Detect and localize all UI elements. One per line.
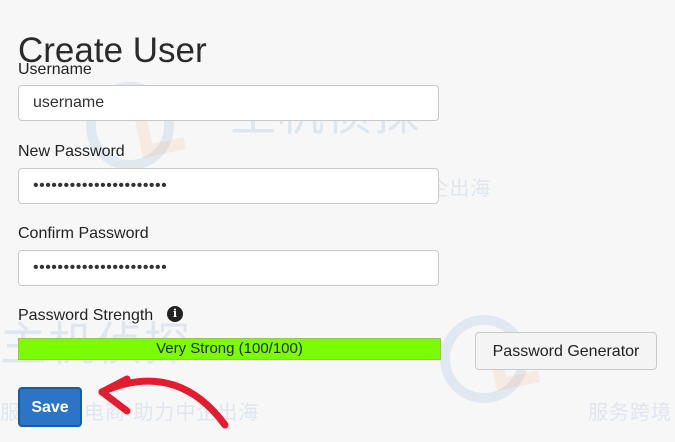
confirm-password-label: Confirm Password (18, 225, 149, 242)
password-strength-meter: Very Strong (100/100) (18, 338, 441, 360)
annotation-arrow-head-bottom (98, 388, 131, 415)
info-icon[interactable]: i (167, 306, 183, 322)
new-password-label: New Password (18, 143, 125, 160)
watermark-brand-small-right: 服务跨境 (588, 400, 672, 424)
annotation-arrow-head-top (98, 375, 131, 396)
new-password-field[interactable] (18, 168, 439, 204)
password-strength-label: Password Strength (18, 307, 154, 324)
confirm-password-field[interactable] (18, 250, 439, 286)
annotation-arrow (98, 375, 229, 429)
password-generator-button[interactable]: Password Generator (475, 332, 657, 370)
annotation-arrow-shaft (98, 377, 229, 429)
password-strength-value: Very Strong (100/100) (156, 340, 303, 357)
username-input[interactable] (18, 85, 439, 121)
save-button[interactable]: Save (18, 387, 82, 427)
username-label: Username (18, 61, 92, 78)
